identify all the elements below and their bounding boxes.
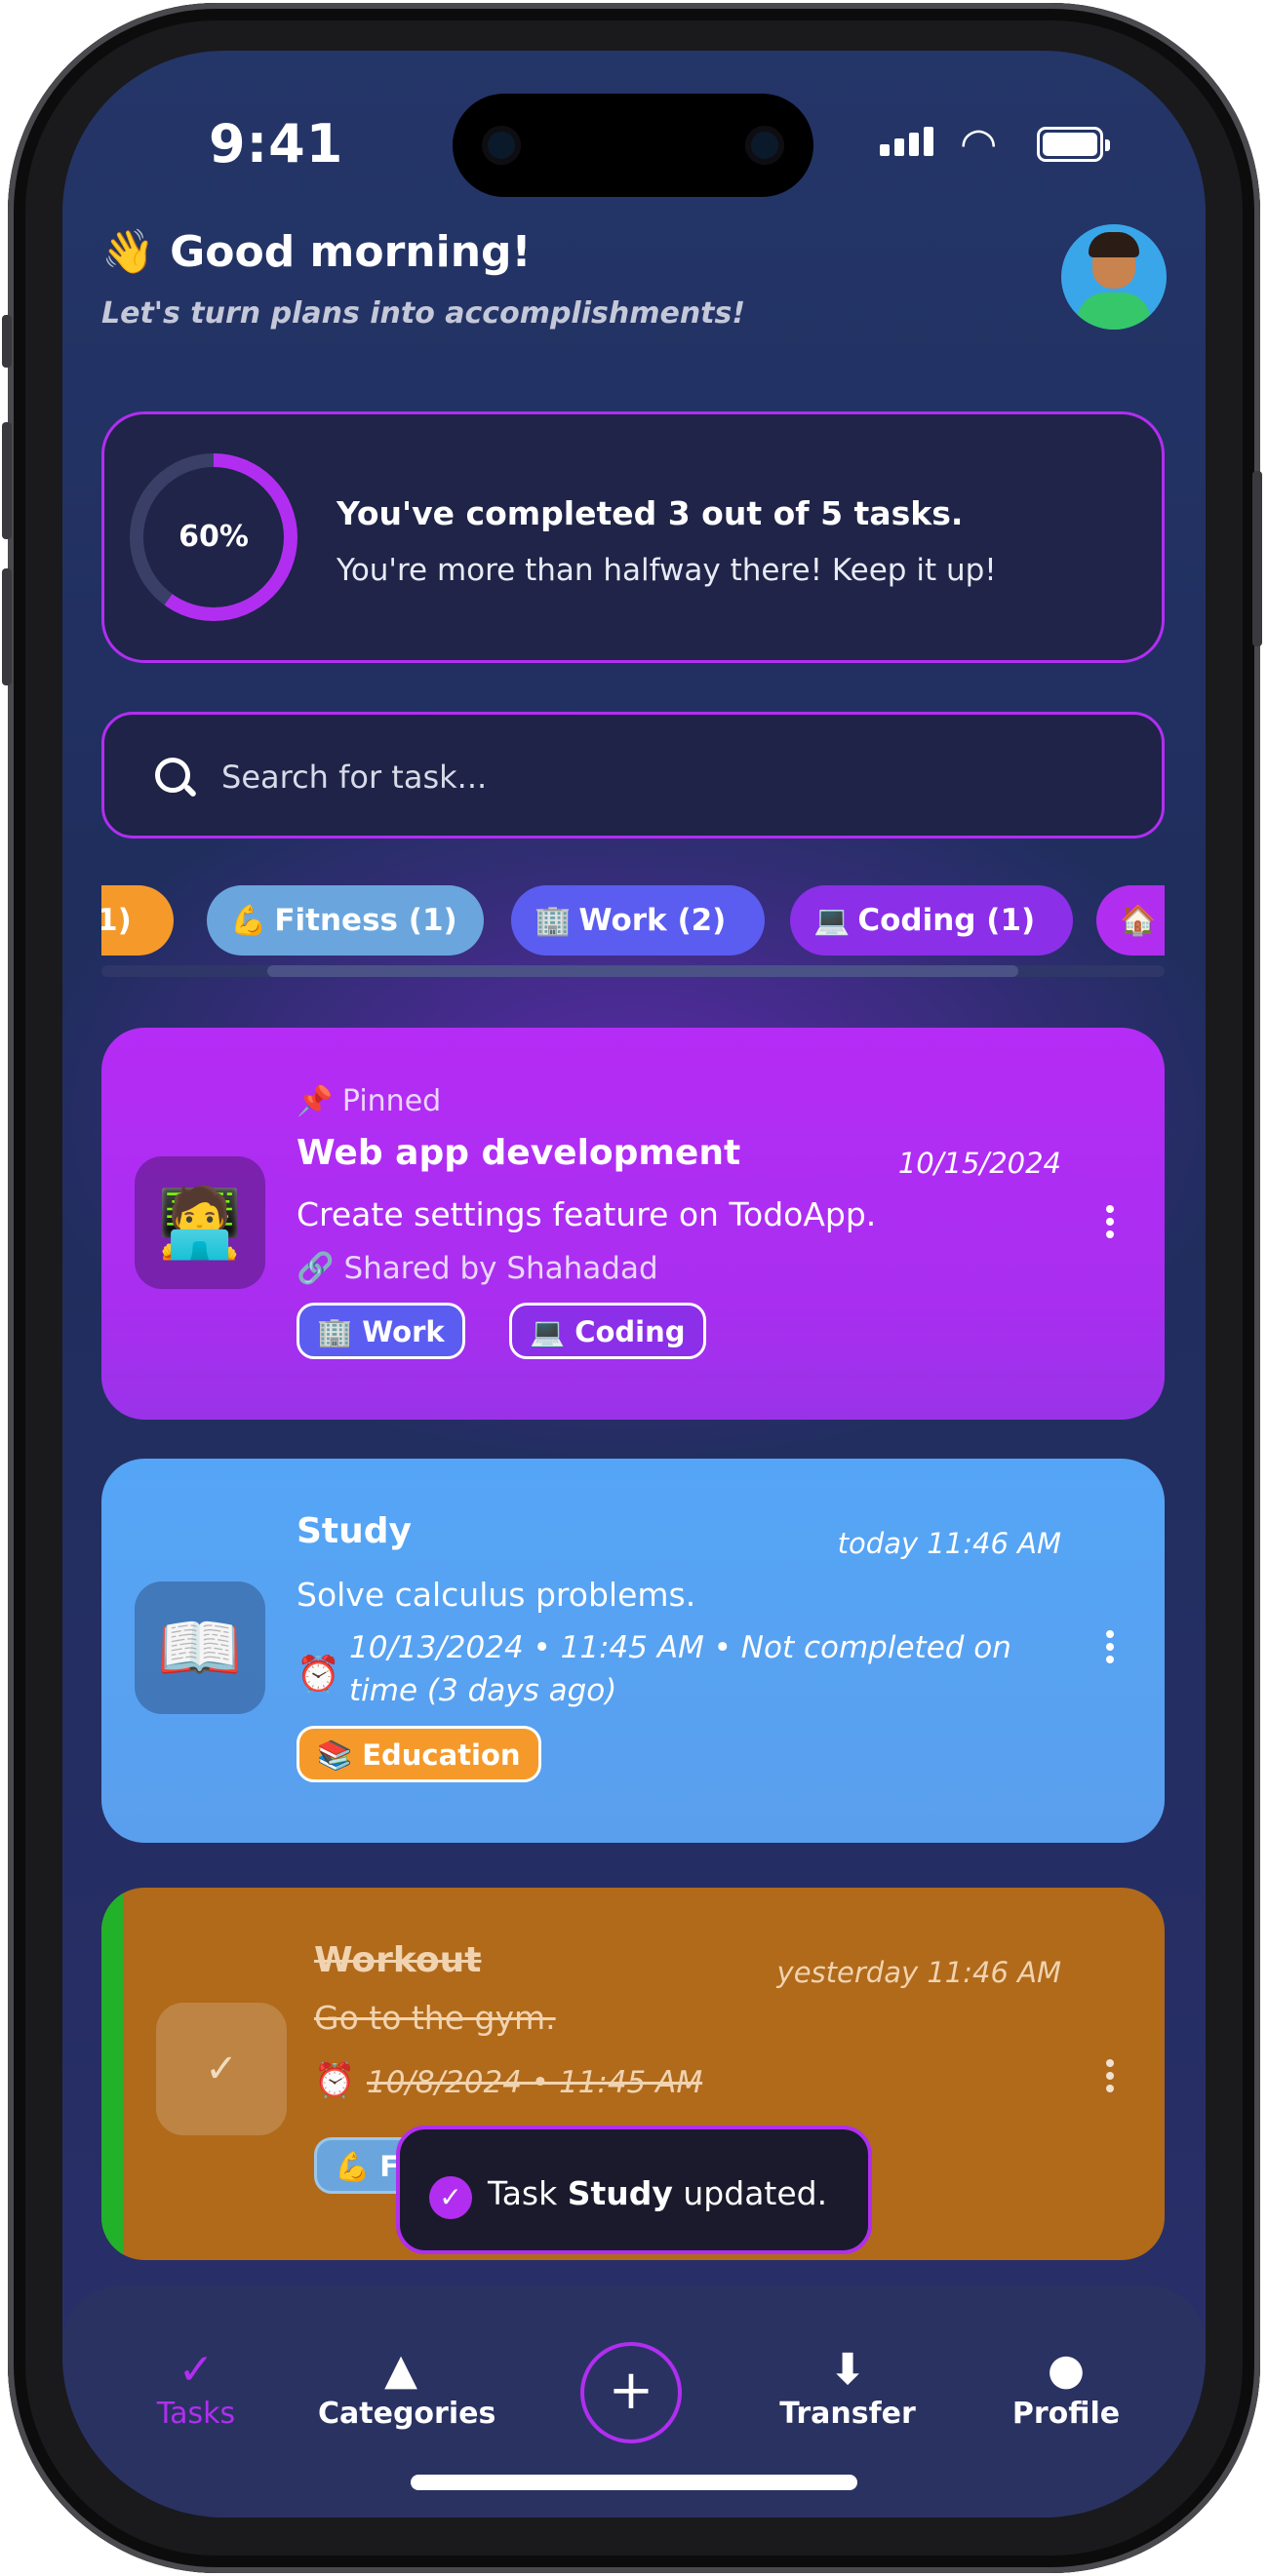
volume-down-button	[2, 568, 12, 685]
task-card[interactable]: 🧑‍💻 📌 Pinned Web app development 10/15/2…	[101, 1028, 1165, 1420]
shapes-icon: ▲	[384, 2345, 417, 2395]
task-name: Web app development	[297, 1133, 741, 1173]
link-icon: 🔗	[297, 1251, 335, 1286]
search-bar[interactable]	[101, 712, 1165, 839]
muscle-icon: 💪	[230, 904, 267, 938]
task-emoji-icon: 🧑‍💻	[135, 1156, 265, 1289]
office-icon: 🏢	[317, 1315, 353, 1348]
task-date: 10/15/2024	[897, 1147, 1061, 1180]
greeting-title: 👋 Good morning!	[101, 226, 532, 277]
category-chip-work[interactable]: 🏢 Work (2)	[511, 885, 765, 956]
nav-tab-tasks[interactable]: ✓ Tasks	[113, 2344, 279, 2431]
completed-indicator	[101, 1888, 123, 2260]
silent-switch	[2, 315, 12, 368]
chip-label: Fitness (1)	[274, 903, 457, 938]
alarm-clock-icon: ⏰	[297, 1655, 340, 1695]
signal-icon	[880, 127, 938, 156]
toast-message: Task Study updated.	[488, 2174, 828, 2212]
avatar-body	[1077, 293, 1151, 330]
camera-icon	[482, 126, 521, 165]
add-task-button[interactable]: +	[580, 2342, 682, 2443]
task-deadline: 10/8/2024 • 11:45 AM	[367, 2065, 703, 2100]
category-chips: n (1) 💪Fitness (1) 🏢Work (2) 💻Coding (1)…	[101, 879, 1165, 967]
chips-scrollbar[interactable]	[101, 965, 1165, 977]
greeting-text: Good morning!	[170, 227, 532, 277]
pinned-label: 📌 Pinned	[297, 1084, 442, 1118]
task-date: today 11:46 AM	[837, 1527, 1061, 1560]
chip-label: Coding (1)	[857, 903, 1036, 938]
task-menu-icon[interactable]	[1106, 1630, 1114, 1668]
laptop-icon: 💻	[813, 904, 851, 938]
toast-notification: ✓ Task Study updated.	[396, 2126, 872, 2254]
task-name: Workout	[314, 1940, 482, 1980]
task-menu-icon[interactable]	[1106, 2059, 1114, 2097]
nav-tab-categories[interactable]: ▲ Categories	[318, 2344, 496, 2431]
laptop-icon: 💻	[530, 1315, 566, 1348]
task-name: Study	[297, 1511, 413, 1551]
checkmark-icon: ✓	[156, 2003, 287, 2135]
task-tag-education: 📚 Education	[297, 1726, 541, 1782]
task-tag-work: 🏢 Work	[297, 1303, 465, 1359]
task-card[interactable]: 📖 Study today 11:46 AM Solve calculus pr…	[101, 1459, 1165, 1843]
pin-icon: 📌	[297, 1084, 334, 1118]
category-chip-fitness[interactable]: 💪 Fitness (1)	[207, 885, 484, 956]
status-time: 9:41	[209, 113, 344, 175]
volume-up-button	[2, 422, 12, 539]
progress-card: 60% You've completed 3 out of 5 tasks. Y…	[101, 411, 1165, 663]
sensor-icon	[745, 126, 784, 165]
house-icon: 🏠	[1120, 904, 1157, 938]
app-screen: 9:41 ◠ 👋 Good morning! Let's turn plans …	[62, 51, 1206, 2517]
status-bar: 9:41 ◠	[62, 51, 1206, 207]
task-description: Go to the gym.	[314, 1999, 556, 2037]
progress-message: You're more than halfway there! Keep it …	[337, 553, 997, 588]
nav-label: Transfer	[779, 2397, 916, 2431]
books-icon: 📚	[317, 1738, 353, 1772]
chip-label: n (1)	[101, 903, 132, 938]
task-description: Solve calculus problems.	[297, 1576, 696, 1614]
muscle-icon: 💪	[335, 2150, 371, 2183]
nav-label: Profile	[1011, 2397, 1121, 2431]
nav-tab-profile[interactable]: ● Profile	[983, 2344, 1149, 2431]
person-icon: ●	[1047, 2345, 1086, 2395]
search-input[interactable]	[219, 752, 1101, 802]
power-button	[1252, 471, 1262, 646]
category-chip-home[interactable]: 🏠	[1096, 885, 1165, 956]
dynamic-island	[453, 94, 813, 197]
user-avatar[interactable]	[1061, 224, 1167, 330]
chip-label: Work (2)	[578, 903, 727, 938]
progress-title: You've completed 3 out of 5 tasks.	[337, 494, 964, 532]
nav-label: Tasks	[156, 2397, 236, 2431]
download-icon: ⬇	[829, 2345, 866, 2395]
task-check-icon: ✓	[178, 2345, 215, 2395]
task-tag-coding: 💻 Coding	[509, 1303, 706, 1359]
office-icon: 🏢	[535, 904, 572, 938]
avatar-hair	[1089, 232, 1139, 257]
chips-scroll-thumb[interactable]	[267, 965, 1018, 977]
category-chip-partial[interactable]: n (1)	[101, 885, 174, 956]
wifi-icon: ◠	[960, 119, 998, 169]
greeting-subtitle: Let's turn plans into accomplishments!	[101, 296, 746, 331]
task-shared: 🔗 Shared by Shahadad	[297, 1251, 658, 1286]
book-icon: 📖	[135, 1581, 265, 1714]
nav-tab-transfer[interactable]: ⬇ Transfer	[765, 2344, 931, 2431]
task-description: Create settings feature on TodoApp.	[297, 1195, 877, 1233]
battery-icon	[1037, 127, 1110, 162]
alarm-clock-icon: ⏰	[314, 2061, 356, 2100]
check-circle-icon: ✓	[429, 2176, 472, 2219]
nav-label: Categories	[318, 2397, 496, 2431]
search-icon	[155, 758, 190, 793]
task-menu-icon[interactable]	[1106, 1205, 1114, 1243]
category-chip-coding[interactable]: 💻 Coding (1)	[790, 885, 1073, 956]
home-indicator[interactable]	[411, 2475, 857, 2490]
task-date: yesterday 11:46 AM	[776, 1956, 1061, 1989]
task-deadline: 10/13/2024 • 11:45 AM • Not completed on…	[349, 1630, 1011, 1708]
wave-icon: 👋	[101, 227, 155, 277]
progress-percent: 60%	[178, 520, 249, 554]
